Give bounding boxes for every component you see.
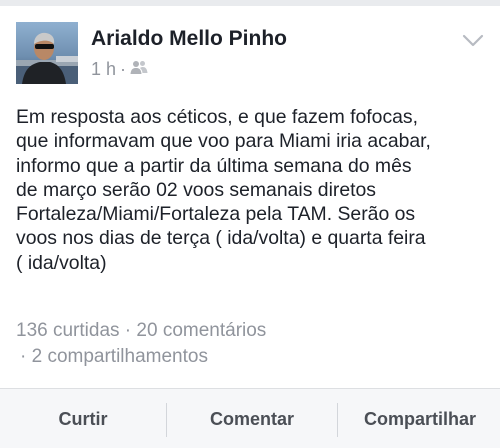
post-time[interactable]: 1 h: [91, 59, 116, 80]
stats-row-2: · 2 compartilhamentos: [20, 344, 266, 370]
post-text-line: que informavam que voo para Miami iria a…: [16, 130, 431, 153]
chevron-down-icon[interactable]: [460, 30, 486, 50]
stats-separator: ·: [20, 346, 27, 367]
post-card: Arialdo Mello Pinho 1 h · Em resposta ao…: [0, 6, 500, 448]
meta-separator: ·: [120, 58, 127, 79]
avatar[interactable]: [16, 22, 78, 84]
stats-separator: ·: [124, 320, 132, 341]
comment-button[interactable]: Comentar: [167, 389, 337, 448]
engagement-stats: 136 curtidas · 20 comentários · 2 compar…: [16, 318, 266, 370]
avatar-photo: [16, 22, 78, 84]
post-header: Arialdo Mello Pinho 1 h ·: [0, 6, 500, 90]
post-text-line: Em resposta aos céticos, e que fazem fof…: [16, 106, 419, 128]
post-meta: 1 h ·: [91, 58, 148, 80]
likes-count[interactable]: 136 curtidas: [16, 320, 120, 341]
share-button[interactable]: Compartilhar: [338, 389, 500, 448]
like-button[interactable]: Curtir: [0, 389, 166, 448]
comments-count[interactable]: 20 comentários: [136, 320, 266, 341]
shares-count[interactable]: 2 compartilhamentos: [32, 346, 208, 367]
post-text-line: informo que a partir da última semana do…: [16, 154, 412, 177]
action-bar: Curtir Comentar Compartilhar: [0, 388, 500, 448]
post-text-line: voos nos dias de terça ( ida/volta) e qu…: [16, 227, 426, 250]
post-text-line: Fortaleza/Miami/Fortaleza pela TAM. Serã…: [16, 203, 416, 226]
post-text-line: de março serão 02 voos semanais diretos: [16, 178, 376, 201]
post-text: Em resposta aos céticos, e que fazem fof…: [16, 105, 490, 275]
author-name[interactable]: Arialdo Mello Pinho: [91, 26, 287, 52]
friends-icon: [130, 59, 148, 80]
post-text-line: ( ida/volta): [16, 251, 107, 274]
stats-row-1: 136 curtidas · 20 comentários: [16, 318, 266, 344]
